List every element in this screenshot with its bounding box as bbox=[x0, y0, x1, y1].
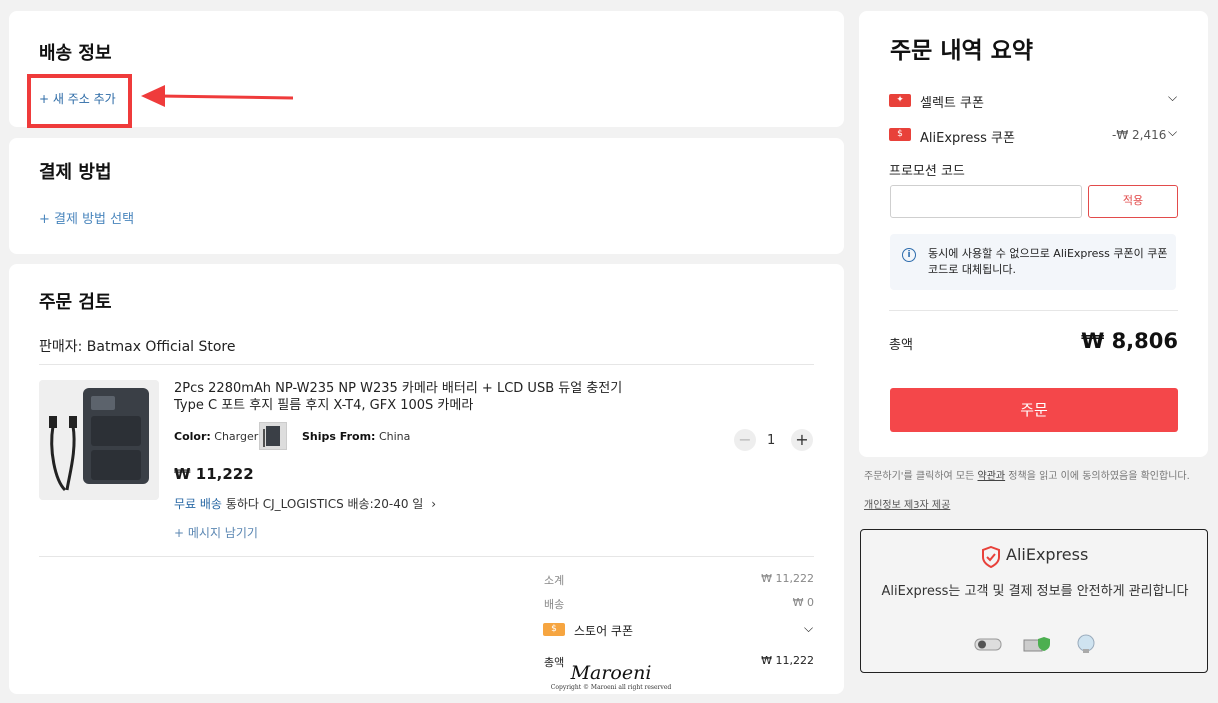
summary-title: 주문 내역 요약 bbox=[890, 38, 1033, 64]
variant-thumbnail bbox=[259, 422, 287, 450]
shipping-fee-value: ₩ 0 bbox=[792, 596, 814, 609]
apply-promo-button[interactable]: 적용 bbox=[1088, 185, 1178, 218]
chevron-down-icon[interactable]: ⌵ bbox=[804, 621, 813, 636]
payment-method-card: 결제 방법 + 결제 방법 선택 bbox=[9, 138, 844, 254]
product-price: ₩ 11,222 bbox=[174, 465, 254, 483]
subtotal-value: ₩ 11,222 bbox=[761, 572, 814, 585]
terms-text-before: 주문하기'를 클릭하여 모든 bbox=[864, 471, 978, 482]
coupon-info-box: i 동시에 사용할 수 없으므로 AliExpress 쿠폰이 쿠폰 코드로 대… bbox=[890, 234, 1176, 290]
chevron-down-icon[interactable]: ⌵ bbox=[1168, 90, 1177, 105]
divider bbox=[39, 556, 814, 557]
review-total-value: ₩ 11,222 bbox=[761, 654, 814, 667]
seller-name[interactable]: 판매자: Batmax Official Store bbox=[39, 336, 236, 356]
select-payment-link[interactable]: + 결제 방법 선택 bbox=[39, 208, 134, 227]
summary-total-value: ₩ 8,806 bbox=[1081, 329, 1178, 353]
subtotal-label: 소계 bbox=[544, 574, 565, 587]
store-coupon-icon: $ bbox=[543, 623, 565, 636]
terms-text: 주문하기'를 클릭하여 모든 약관과 정책을 읽고 이에 동의하였음을 확인합니… bbox=[864, 470, 1204, 483]
privacy-link[interactable]: 개인정보 제3자 제공 bbox=[864, 496, 950, 511]
divider bbox=[39, 364, 814, 365]
color-value: Charger bbox=[214, 430, 259, 443]
terms-link[interactable]: 약관과 bbox=[978, 471, 1006, 482]
terms-text-after: 정책을 읽고 이에 동의하였음을 확인합니다. bbox=[1005, 471, 1190, 482]
secure-text: AliExpress는 고객 및 결제 정보를 안전하게 관리합니다 bbox=[881, 584, 1189, 599]
shipping-detail: 통하다 CJ_LOGISTICS 배송:20-40 일 bbox=[225, 497, 424, 511]
product-title[interactable]: 2Pcs 2280mAh NP-W235 NP W235 카메라 배터리 + L… bbox=[174, 380, 644, 414]
aliexpress-logo: AliExpress bbox=[1006, 545, 1089, 564]
info-icon: i bbox=[902, 248, 916, 262]
aliexpress-coupon-icon: $ bbox=[889, 128, 911, 141]
free-shipping-label: 무료 배송 bbox=[174, 497, 222, 511]
summary-total-label: 총액 bbox=[889, 338, 913, 353]
card-toggle-icon bbox=[974, 638, 1002, 651]
ships-from: Ships From: China bbox=[302, 430, 410, 443]
shipping-info-card: 배송 정보 + 새 주소 추가 bbox=[9, 11, 844, 128]
shipping-fee-label: 배송 bbox=[544, 598, 565, 611]
product-color: Color: Charger bbox=[174, 430, 258, 443]
chevron-right-icon: › bbox=[431, 497, 436, 511]
card-shield-icon bbox=[1023, 637, 1050, 652]
aliexpress-coupon-value: -₩ 2,416 bbox=[1112, 128, 1167, 142]
shipping-method[interactable]: 무료 배송 통하다 CJ_LOGISTICS 배송:20-40 일 › bbox=[174, 495, 436, 512]
watermark: Maroeni Copyright © Maroeni all right re… bbox=[541, 662, 681, 691]
chevron-down-icon[interactable]: ⌵ bbox=[1168, 125, 1177, 140]
decrease-quantity-button[interactable]: − bbox=[734, 429, 756, 451]
ships-from-value: China bbox=[378, 430, 411, 443]
aliexpress-coupon-label[interactable]: AliExpress 쿠폰 bbox=[920, 127, 1015, 146]
secure-payment-panel: AliExpress AliExpress는 고객 및 결제 정보를 안전하게 … bbox=[860, 529, 1208, 673]
select-coupon-label[interactable]: 셀렉트 쿠폰 bbox=[920, 92, 984, 111]
watermark-name: Maroeni bbox=[570, 662, 652, 684]
promo-code-label: 프로모션 코드 bbox=[889, 164, 965, 179]
place-order-button[interactable]: 주문 bbox=[890, 388, 1178, 432]
payment-title: 결제 방법 bbox=[39, 162, 112, 183]
coupon-info-text: 동시에 사용할 수 없으므로 AliExpress 쿠폰이 쿠폰 코드로 대체됩… bbox=[928, 247, 1168, 276]
select-coupon-icon: ✦ bbox=[889, 94, 911, 107]
shipping-title: 배송 정보 bbox=[39, 43, 112, 64]
ships-from-label: Ships From: bbox=[302, 430, 376, 443]
leave-message-link[interactable]: + 메시지 남기기 bbox=[174, 524, 258, 541]
color-label: Color: bbox=[174, 430, 211, 443]
order-summary-card: 주문 내역 요약 ✦ 셀렉트 쿠폰 ⌵ $ AliExpress 쿠폰 -₩ 2… bbox=[859, 11, 1208, 457]
add-address-link[interactable]: + 새 주소 추가 bbox=[39, 90, 116, 107]
increase-quantity-button[interactable]: + bbox=[791, 429, 813, 451]
store-coupon-label[interactable]: 스토어 쿠폰 bbox=[574, 622, 633, 639]
lightbulb-icon bbox=[1077, 634, 1095, 653]
review-title: 주문 검토 bbox=[39, 292, 112, 313]
annotation-arrow-icon bbox=[141, 85, 294, 107]
watermark-copyright: Copyright © Maroeni all right reserved bbox=[550, 684, 672, 691]
order-review-card: 주문 검토 판매자: Batmax Official Store 2Pcs 22… bbox=[9, 264, 844, 694]
promo-code-input[interactable] bbox=[890, 185, 1082, 218]
divider bbox=[889, 310, 1178, 311]
quantity-value[interactable]: 1 bbox=[767, 433, 775, 448]
shield-icon bbox=[982, 546, 1000, 568]
product-image[interactable] bbox=[39, 380, 159, 500]
